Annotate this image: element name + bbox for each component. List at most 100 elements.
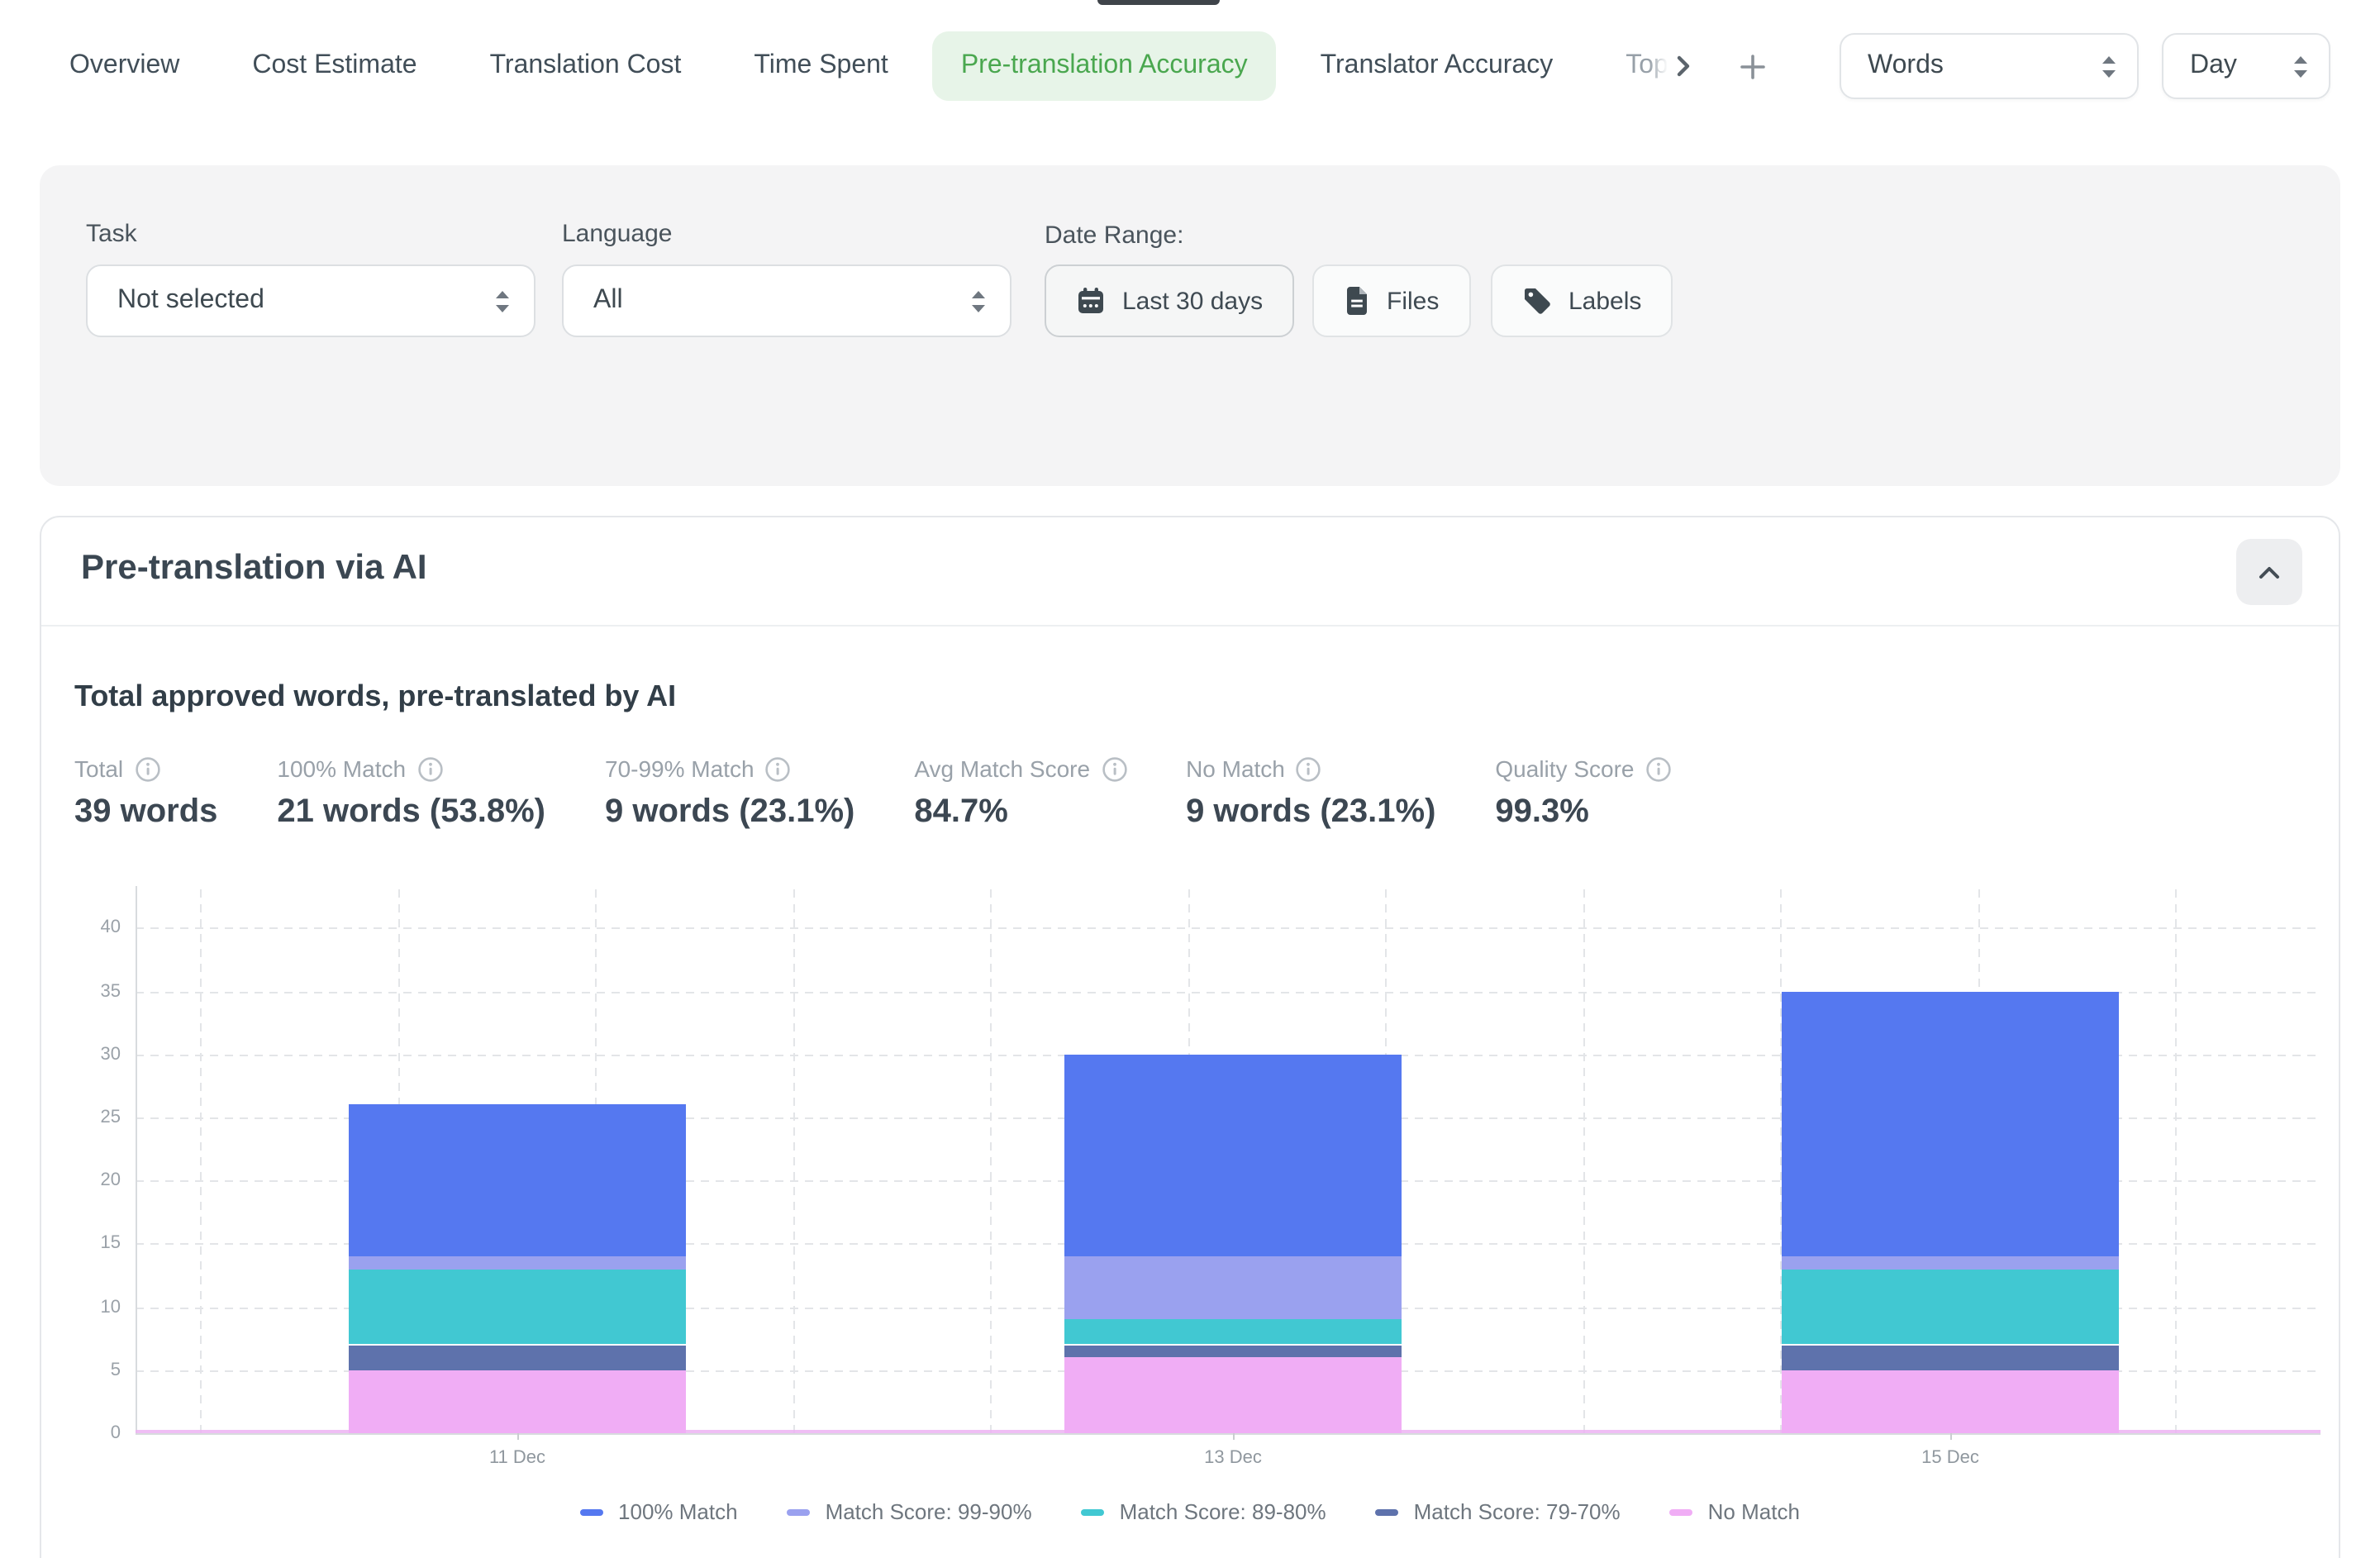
y-gridline — [136, 928, 2320, 930]
info-icon[interactable] — [1102, 756, 1126, 781]
y-tick-label: 20 — [41, 1170, 121, 1190]
stat-value: 99.3% — [1495, 793, 1670, 831]
info-icon[interactable] — [1646, 756, 1671, 781]
date-range-label: Date Range: — [1045, 222, 1183, 250]
x-tick-label: 13 Dec — [1064, 1448, 1402, 1468]
v-gridline — [1583, 889, 1584, 1433]
y-tick-label: 30 — [41, 1045, 121, 1065]
legend-label: Match Score: 89-80% — [1120, 1499, 1326, 1524]
calendar-icon — [1076, 286, 1106, 316]
card-title: Pre-translation via AI — [81, 549, 427, 588]
bar-segment — [349, 1370, 686, 1433]
stats-row: Total 39 words 100% Match 21 words (53.8%) 7… — [74, 755, 1671, 831]
labels-button[interactable]: Labels — [1491, 264, 1673, 337]
bar-segment — [1064, 1319, 1402, 1345]
info-icon[interactable] — [135, 756, 159, 781]
tab-top-truncated[interactable]: Top — [1626, 51, 1668, 81]
v-gridline — [990, 889, 992, 1433]
chart-legend: 100% Match Match Score: 99-90% Match Score… — [41, 1499, 2339, 1524]
bar-segment — [349, 1105, 686, 1256]
stat-label: 70-99% Match — [605, 755, 854, 782]
chart-section-title: Total approved words, pre-translated by … — [74, 679, 676, 714]
bar-segment — [1064, 1357, 1402, 1433]
info-icon[interactable] — [417, 756, 442, 781]
v-gridline — [793, 889, 794, 1433]
period-select[interactable]: Day — [2162, 33, 2330, 99]
tab-time-spent[interactable]: Time Spent — [754, 51, 888, 81]
tab-translation-cost[interactable]: Translation Cost — [490, 51, 682, 81]
tag-icon — [1522, 286, 1552, 316]
stat-value: 9 words (23.1%) — [1186, 793, 1435, 831]
card-header: Pre-translation via AI — [41, 517, 2339, 627]
legend-item[interactable]: No Match — [1670, 1499, 1800, 1524]
x-axis-line — [136, 1433, 2320, 1435]
y-tick-label: 15 — [41, 1234, 121, 1254]
y-tick-label: 40 — [41, 918, 121, 938]
add-tab-icon[interactable] — [1741, 54, 1766, 79]
stat-label: Total — [74, 755, 217, 782]
collapse-button[interactable] — [2236, 539, 2302, 605]
report-tab-bar: Overview Cost Estimate Translation Cost … — [0, 0, 2380, 132]
bar-segment — [1064, 1256, 1402, 1319]
bar-segment — [1782, 1370, 2119, 1433]
stat-value: 84.7% — [914, 793, 1126, 831]
updown-arrows-icon — [494, 288, 511, 313]
bar-segment — [1782, 1256, 2119, 1269]
stacked-bar-chart: 051015202530354011 Dec13 Dec15 Dec100% M… — [41, 878, 2339, 1558]
stat-label: Avg Match Score — [914, 755, 1126, 782]
stat-value: 9 words (23.1%) — [605, 793, 854, 831]
bar-segment — [1782, 991, 2119, 1256]
stat-value: 39 words — [74, 793, 217, 831]
legend-label: Match Score: 79-70% — [1414, 1499, 1621, 1524]
tab-pre-translation-accuracy[interactable]: Pre-translation Accuracy — [933, 31, 1276, 101]
task-select[interactable]: Not selected — [86, 264, 536, 337]
x-tick-mark — [1950, 1433, 1952, 1440]
unit-select[interactable]: Words — [1840, 33, 2139, 99]
bar-segment — [1064, 1055, 1402, 1256]
bar-segment — [1782, 1345, 2119, 1370]
legend-item[interactable]: Match Score: 99-90% — [788, 1499, 1032, 1524]
stat-block: Total 39 words — [74, 755, 217, 831]
chevron-right-icon[interactable] — [1672, 55, 1695, 78]
stat-label: Quality Score — [1495, 755, 1670, 782]
legend-item[interactable]: Match Score: 89-80% — [1082, 1499, 1326, 1524]
legend-marker-icon — [1082, 1508, 1105, 1515]
legend-item[interactable]: 100% Match — [580, 1499, 738, 1524]
info-icon[interactable] — [766, 756, 791, 781]
filter-panel: Task Not selected Language All Date Rang… — [40, 165, 2340, 486]
y-tick-label: 25 — [41, 1108, 121, 1127]
stat-value: 21 words (53.8%) — [277, 793, 545, 831]
legend-marker-icon — [1670, 1508, 1693, 1515]
task-select-value: Not selected — [117, 286, 494, 316]
legend-marker-icon — [1376, 1508, 1399, 1515]
stat-block: No Match9 words (23.1%) — [1186, 755, 1435, 831]
stat-block: Avg Match Score 84.7% — [914, 755, 1126, 831]
v-gridline — [2175, 889, 2177, 1433]
files-button[interactable]: Files — [1312, 264, 1470, 337]
labels-button-label: Labels — [1568, 287, 1641, 315]
stat-label: 100% Match — [277, 755, 545, 782]
date-range-value: Last 30 days — [1122, 287, 1263, 315]
y-axis-line — [136, 886, 137, 1433]
language-select-value: All — [593, 286, 970, 316]
tab-overview[interactable]: Overview — [69, 51, 179, 81]
language-select[interactable]: All — [562, 264, 1011, 337]
x-tick-mark — [1233, 1433, 1235, 1440]
y-tick-label: 5 — [41, 1360, 121, 1380]
tabs: Overview Cost Estimate Translation Cost … — [69, 31, 1668, 101]
tab-cost-estimate[interactable]: Cost Estimate — [252, 51, 416, 81]
task-label: Task — [86, 220, 137, 248]
tab-translator-accuracy[interactable]: Translator Accuracy — [1321, 51, 1554, 81]
legend-label: 100% Match — [618, 1499, 738, 1524]
pre-translation-card: Pre-translation via AI Total approved wo… — [40, 516, 2340, 1558]
x-tick-label: 11 Dec — [349, 1448, 686, 1468]
date-range-button[interactable]: Last 30 days — [1045, 264, 1294, 337]
legend-marker-icon — [580, 1508, 603, 1515]
stat-block: Quality Score 99.3% — [1495, 755, 1670, 831]
file-icon — [1344, 286, 1370, 316]
info-icon[interactable] — [1297, 756, 1321, 781]
stat-block: 100% Match 21 words (53.8%) — [277, 755, 545, 831]
updown-arrows-icon — [970, 288, 987, 313]
legend-item[interactable]: Match Score: 79-70% — [1376, 1499, 1621, 1524]
x-tick-mark — [517, 1433, 519, 1440]
